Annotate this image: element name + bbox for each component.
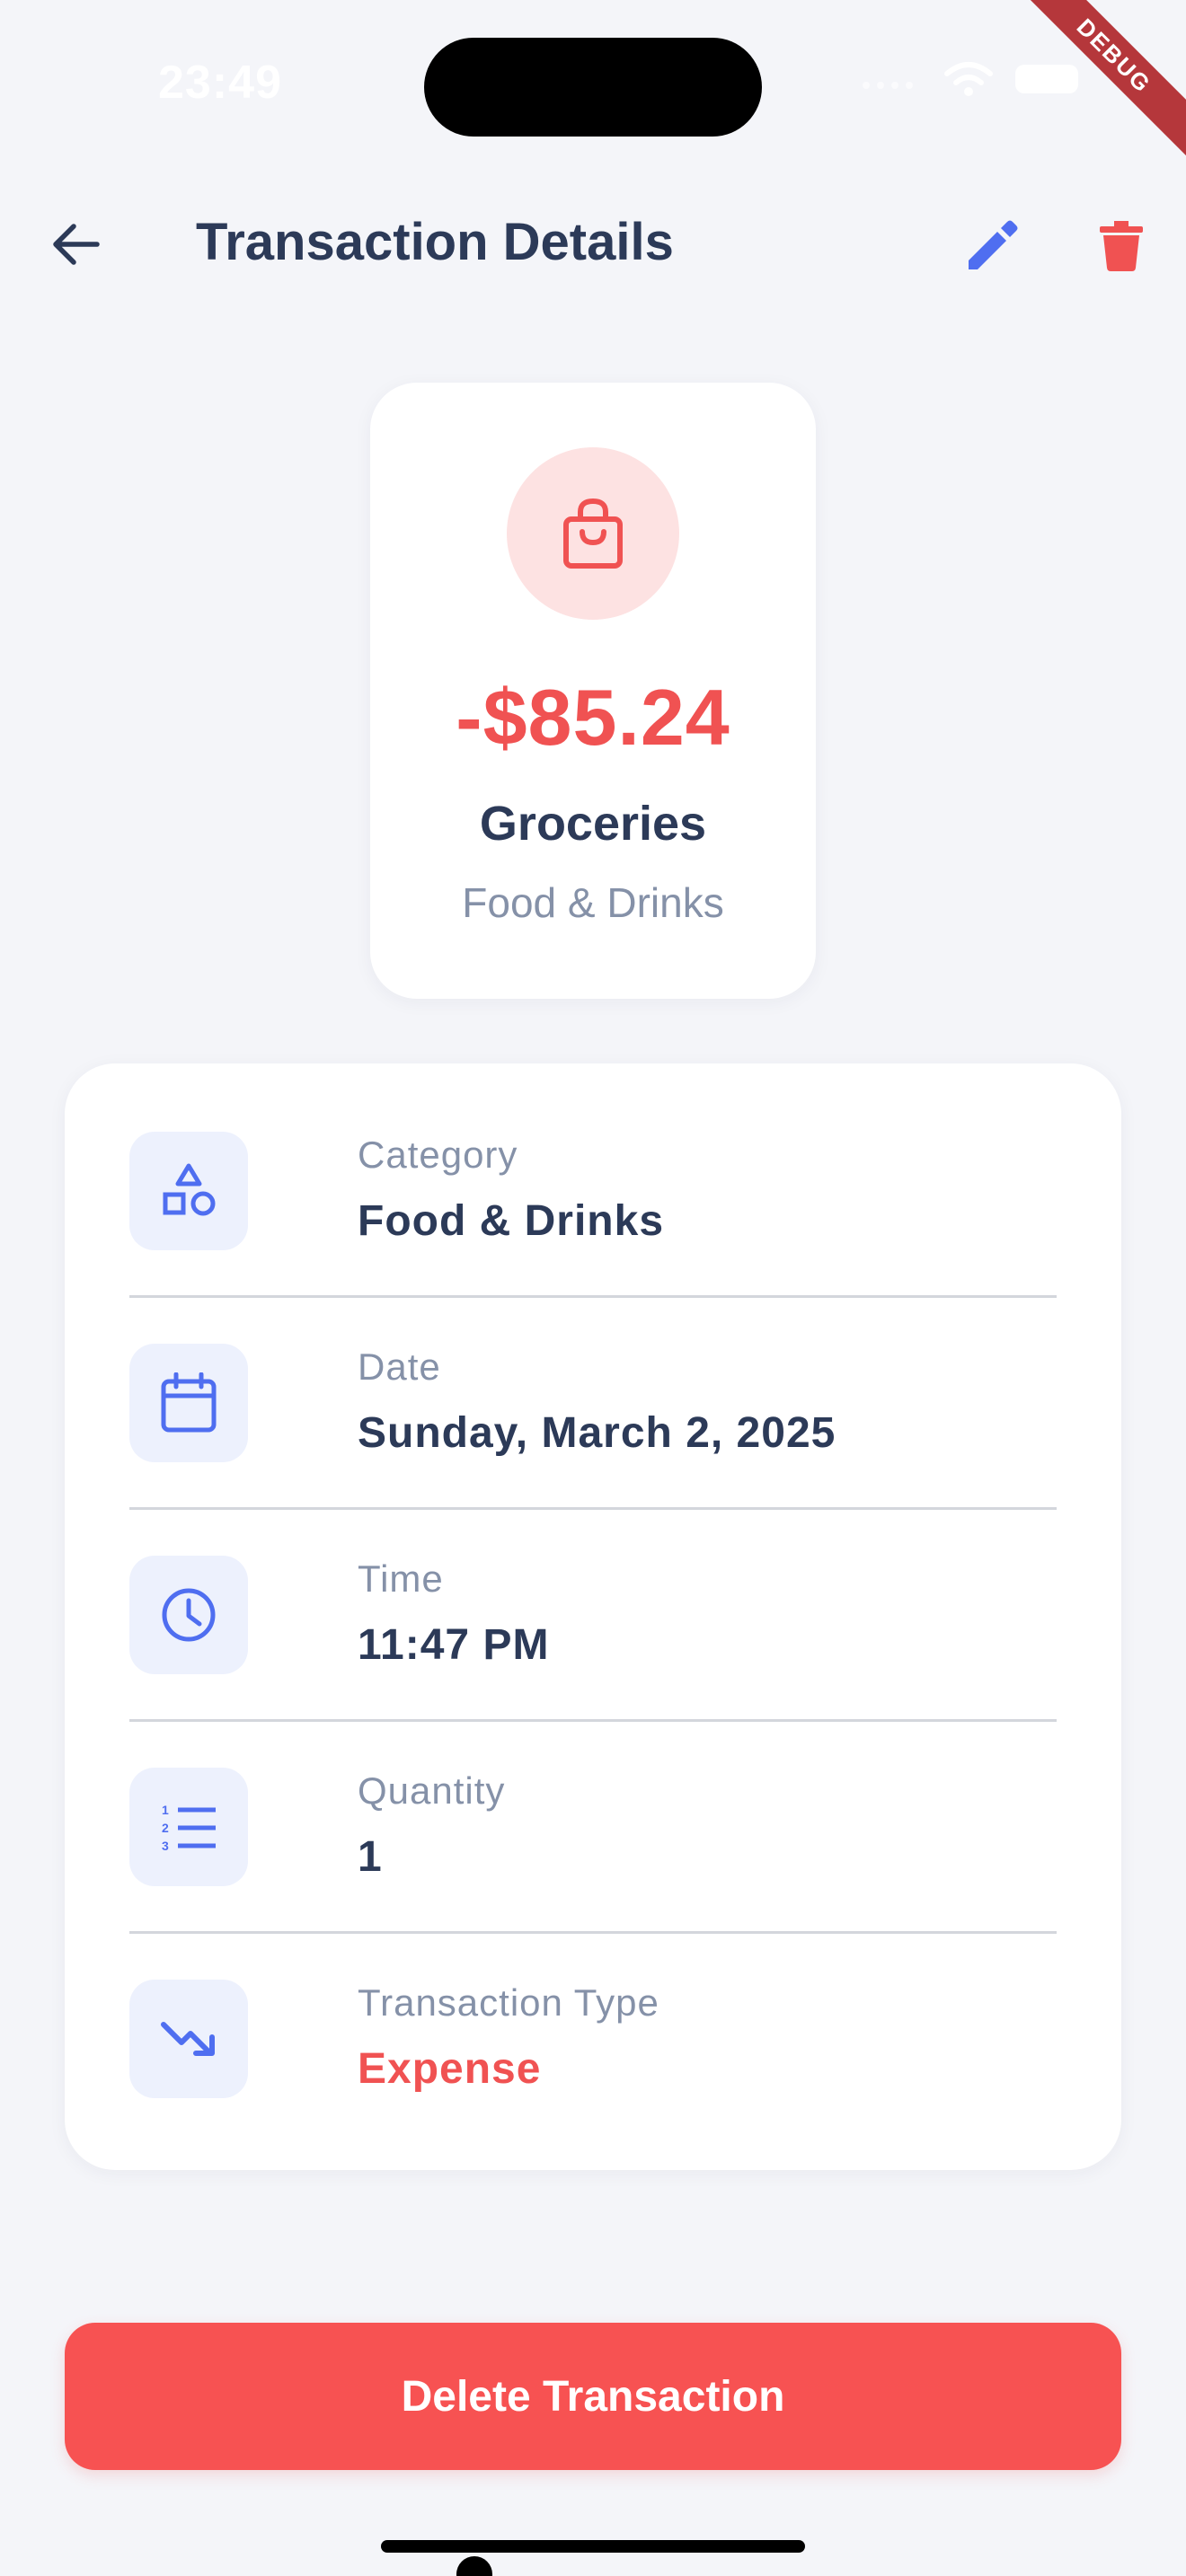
detail-row-date: Date Sunday, March 2, 2025 <box>129 1275 1057 1487</box>
detail-row-time: Time 11:47 PM <box>129 1487 1057 1699</box>
calendar-icon <box>161 1372 217 1433</box>
screen: 23:49 DEBUG Transaction Details -$85.24 … <box>0 0 1186 2576</box>
edit-button[interactable] <box>960 214 1024 278</box>
detail-row-transaction-type: Transaction Type Expense <box>129 1911 1057 2123</box>
detail-icon-box <box>129 1344 248 1462</box>
detail-value: 1 <box>358 1833 383 1881</box>
status-icons <box>859 61 1078 97</box>
transaction-category: Food & Drinks <box>462 879 724 926</box>
svg-text:1: 1 <box>162 1803 169 1817</box>
detail-label: Quantity <box>358 1769 506 1812</box>
detail-icon-box <box>129 1556 248 1674</box>
transaction-name: Groceries <box>479 797 707 851</box>
detail-icon-box <box>129 1980 248 2098</box>
clock-icon <box>162 1588 216 1642</box>
pencil-edit-icon <box>969 220 1018 269</box>
dynamic-island <box>424 38 762 137</box>
page-title: Transaction Details <box>196 213 674 271</box>
svg-text:3: 3 <box>162 1839 169 1852</box>
detail-label: Date <box>358 1345 441 1388</box>
detail-row-quantity: 1 2 3 Quantity 1 <box>129 1699 1057 1911</box>
detail-icon-box: 1 2 3 <box>129 1768 248 1886</box>
detail-value: Food & Drinks <box>358 1197 665 1245</box>
back-button[interactable] <box>43 216 108 273</box>
shopping-bag-icon <box>563 498 623 569</box>
shapes-icon <box>163 1163 216 1216</box>
detail-icon-box <box>129 1132 248 1250</box>
home-indicator[interactable] <box>381 2540 805 2553</box>
numbered-list-icon: 1 2 3 <box>162 1803 216 1852</box>
app-bar: Transaction Details <box>0 198 1186 287</box>
transaction-amount: -$85.24 <box>456 673 730 762</box>
signal-icon <box>863 82 913 89</box>
wifi-icon <box>944 62 993 96</box>
detail-value: Expense <box>358 2045 542 2093</box>
transaction-summary-card: -$85.24 Groceries Food & Drinks <box>370 383 816 999</box>
detail-label: Category <box>358 1134 518 1176</box>
detail-value: 11:47 PM <box>358 1621 550 1669</box>
detail-label: Time <box>358 1557 444 1600</box>
svg-text:2: 2 <box>162 1821 169 1835</box>
cursor-dot <box>456 2556 492 2576</box>
trending-down-icon <box>161 2022 215 2056</box>
detail-label: Transaction Type <box>358 1981 659 2024</box>
delete-transaction-button[interactable]: Delete Transaction <box>65 2323 1121 2470</box>
trash-icon <box>1100 221 1143 271</box>
battery-icon <box>1015 65 1078 93</box>
status-time: 23:49 <box>158 57 282 109</box>
delete-icon-button[interactable] <box>1089 214 1154 278</box>
arrow-back-icon <box>53 224 100 265</box>
detail-row-category: Category Food & Drinks <box>129 1063 1057 1275</box>
category-icon-circle <box>507 447 679 620</box>
detail-value: Sunday, March 2, 2025 <box>358 1409 836 1457</box>
transaction-details-card: Category Food & Drinks Date Sunday, Marc… <box>65 1063 1121 2170</box>
